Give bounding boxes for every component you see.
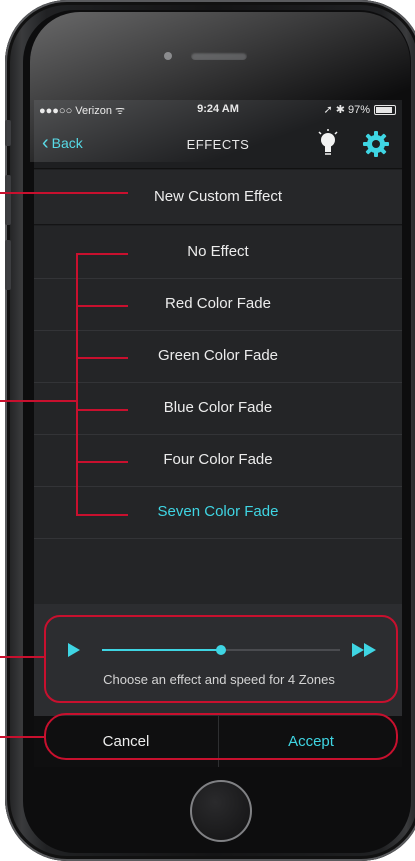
gear-icon[interactable] (363, 131, 389, 157)
annotation-line-actions (0, 736, 46, 738)
annotation-tick-5 (76, 461, 128, 463)
volume-down-button (5, 240, 11, 290)
page-title: EFFECTS (186, 137, 250, 152)
new-custom-effect-row[interactable]: New Custom Effect (34, 170, 402, 225)
battery-status: ➚ ✱ 97% (323, 104, 370, 116)
annotation-bracket (76, 253, 78, 516)
mute-switch (5, 120, 11, 146)
lightbulb-icon[interactable] (317, 129, 339, 157)
annotation-tick-2 (76, 305, 128, 307)
home-button[interactable] (190, 780, 252, 842)
annotation-tick-1 (76, 253, 128, 255)
navigation-bar: ‹ Back EFFECTS (34, 118, 402, 169)
status-bar: ●●●○○ Verizon ᯤ 9:24 AM ➚ ✱ 97% (34, 100, 402, 118)
front-camera (164, 52, 172, 60)
annotation-box-actions (44, 713, 398, 760)
volume-up-button (5, 175, 11, 225)
annotation-box-speed (44, 615, 398, 703)
annotation-tick-3 (76, 357, 128, 359)
effect-item-seven-color-fade[interactable]: Seven Color Fade (34, 486, 402, 539)
annotation-line-speed (0, 656, 46, 658)
annotation-line-custom (0, 192, 128, 194)
annotation-line-list (0, 400, 76, 402)
annotation-tick-4 (76, 409, 128, 411)
annotation-tick-6 (76, 514, 128, 516)
earpiece-speaker (191, 52, 247, 60)
effects-list: No Effect Red Color Fade Green Color Fad… (34, 226, 402, 604)
battery-icon (374, 105, 396, 115)
